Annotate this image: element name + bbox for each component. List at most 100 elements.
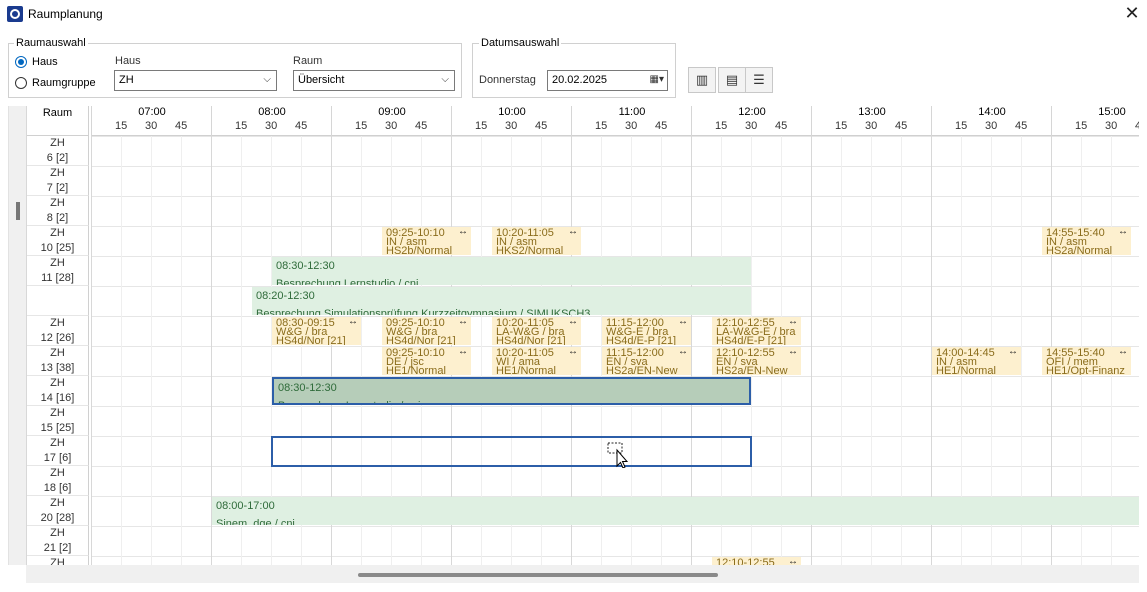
lesson-block[interactable]: 10:20-11:05WI / amaHE1/Normal [21]↔ bbox=[492, 347, 581, 375]
event-class: HS4d/E-P [21] bbox=[606, 335, 677, 346]
hour-column: 15:00 15 30 45 bbox=[1051, 106, 1139, 136]
close-button[interactable]: ✕ bbox=[1119, 2, 1145, 26]
calendar-icon[interactable]: ▦▾ bbox=[650, 74, 664, 85]
room-row-label: ZH 7 [2] bbox=[27, 166, 89, 196]
room-row-label: ZH 8 [2] bbox=[27, 196, 89, 226]
room-row-label: ZH 11 [28] bbox=[27, 256, 89, 286]
hour-label: 09:00 bbox=[378, 106, 406, 118]
lesson-block[interactable]: 12:10-12:55 LA-W&G-E / bra HS4d/E-P [21] ↔ bbox=[712, 317, 801, 345]
booking-block[interactable]: 08:30-12:30 Besprechung Lernstudio / cni bbox=[272, 257, 751, 285]
chevron-down-icon: ⌵ bbox=[441, 74, 449, 85]
room-house: ZH bbox=[50, 257, 65, 269]
haus-label: Haus bbox=[115, 55, 141, 67]
row-divider bbox=[91, 556, 1139, 557]
scrollbar-thumb[interactable] bbox=[358, 573, 718, 577]
radio-haus-dot[interactable] bbox=[15, 56, 27, 68]
resize-arrows-icon[interactable]: ↔ bbox=[568, 347, 578, 357]
date-picker[interactable]: 20.02.2025 ▦▾ bbox=[547, 70, 668, 91]
room-house: ZH bbox=[50, 197, 65, 209]
hour-column: 12:00 15 30 45 bbox=[691, 106, 811, 136]
resize-arrows-icon[interactable]: ↔ bbox=[788, 557, 798, 565]
event-title: Sinem, dge / cni bbox=[216, 518, 295, 525]
lesson-block[interactable]: 11:15-12:00EN / svaHS2a/EN-New Yo↔ bbox=[602, 347, 691, 375]
resize-arrows-icon[interactable]: ↔ bbox=[678, 347, 688, 357]
time-header: 07:00 15 30 45 08:00 15 30 45 09:00 15 30 45 10:00 15… bbox=[91, 106, 1139, 136]
room-row-label: ZH 20 [28] bbox=[27, 496, 89, 526]
lesson-block[interactable]: 14:55-15:40OFI / memHE1/Opt-Finanz |↔ bbox=[1042, 347, 1131, 375]
resize-arrows-icon[interactable]: ↔ bbox=[788, 347, 798, 357]
document-icon[interactable]: ▤ bbox=[718, 67, 746, 93]
room-row-label: ZH 18 [6] bbox=[27, 466, 89, 496]
resize-arrows-icon[interactable]: ↔ bbox=[1118, 347, 1128, 357]
gutter-handle[interactable] bbox=[16, 202, 20, 220]
room-number: 20 [28] bbox=[40, 512, 75, 524]
resize-arrows-icon[interactable]: ↔ bbox=[568, 227, 578, 237]
event-class: HS4d/E-P [21] bbox=[716, 335, 787, 346]
resize-arrows-icon[interactable]: ↔ bbox=[1118, 227, 1128, 237]
room-row-label: ZH 15 [25] bbox=[27, 406, 89, 436]
lesson-block[interactable]: 09:25-10:10IN / asmHS2b/Normal [20]↔ bbox=[382, 227, 471, 255]
lesson-block[interactable]: 14:00-14:45IN / asmHE1/Normal [21]↔ bbox=[932, 347, 1021, 375]
lesson-block[interactable]: 10:20-11:05 LA-W&G / bra HS4d/Nor [21] ↔ bbox=[492, 317, 581, 345]
hour-column: 13:00 15 30 45 bbox=[811, 106, 931, 136]
quarter-label: 15 bbox=[955, 120, 968, 132]
hour-column: 08:00 15 30 45 bbox=[211, 106, 331, 136]
radio-raumgruppe-label: Raumgruppe bbox=[32, 77, 96, 89]
booking-block[interactable]: 08:30-12:30 Besprechung Lernstudio / cni bbox=[272, 377, 751, 405]
resize-arrows-icon[interactable]: ↔ bbox=[348, 317, 358, 327]
radio-haus[interactable]: Haus bbox=[15, 56, 58, 68]
lesson-block[interactable]: 09:25-10:10 W&G / bra HS4d/Nor [21] ↔ bbox=[382, 317, 471, 345]
room-house: ZH bbox=[50, 167, 65, 179]
lesson-block[interactable]: 14:55-15:40IN / asmHS2a/Normal [24]↔ bbox=[1042, 227, 1131, 255]
room-number: 8 [2] bbox=[46, 212, 69, 224]
room-house: ZH bbox=[50, 377, 65, 389]
quarter-label: 30 bbox=[385, 120, 398, 132]
quarter-label: 30 bbox=[265, 120, 278, 132]
resize-arrows-icon[interactable]: ↔ bbox=[458, 347, 468, 357]
room-number: 14 [16] bbox=[40, 392, 75, 404]
room-house: ZH bbox=[50, 407, 65, 419]
room-number: 6 [2] bbox=[46, 152, 69, 164]
room-row-label: ZH 21 [2] bbox=[27, 526, 89, 556]
selection-rectangle[interactable] bbox=[271, 436, 752, 467]
radio-raumgruppe-dot[interactable] bbox=[15, 77, 27, 89]
haus-select[interactable]: ZH ⌵ bbox=[114, 70, 277, 91]
lesson-block[interactable]: 12:10-12:55 ↔ bbox=[712, 557, 801, 565]
room-house: ZH bbox=[50, 347, 65, 359]
lesson-block[interactable]: 09:25-10:10DE / jscHE1/Normal [21]↔ bbox=[382, 347, 471, 375]
event-class: HE1/Opt-Finanz | bbox=[1046, 365, 1125, 376]
resize-arrows-icon[interactable]: ↔ bbox=[458, 227, 468, 237]
booking-block[interactable]: 08:20-12:30 Besprechung Simulationsprüfun… bbox=[252, 287, 751, 315]
room-row-label: ZH 10 [25] bbox=[27, 226, 89, 256]
resize-arrows-icon[interactable]: ↔ bbox=[568, 317, 578, 327]
resize-arrows-icon[interactable]: ↔ bbox=[678, 317, 688, 327]
booking-block[interactable]: 08:00-17:00 Sinem, dge / cni bbox=[212, 497, 1139, 525]
lesson-block[interactable]: 10:20-11:05IN / asmHKS2/Normal [15]↔ bbox=[492, 227, 581, 255]
list-icon[interactable]: ☰ bbox=[745, 67, 773, 93]
resize-arrows-icon[interactable]: ↔ bbox=[458, 317, 468, 327]
hour-column: 14:00 15 30 45 bbox=[931, 106, 1051, 136]
resize-arrows-icon[interactable]: ↔ bbox=[788, 317, 798, 327]
room-row-label: ZH 6 [2] bbox=[27, 136, 89, 166]
window-title: Raumplanung bbox=[28, 7, 103, 21]
raum-select[interactable]: Übersicht ⌵ bbox=[293, 70, 455, 91]
lesson-block[interactable]: 12:10-12:55EN / svaHS2a/EN-New Yo↔ bbox=[712, 347, 801, 375]
schedule-grid[interactable]: Raum 07:00 15 30 45 08:00 15 30 45 09:00 15 30 45 10… bbox=[8, 106, 1139, 565]
radio-raumgruppe[interactable]: Raumgruppe bbox=[15, 77, 96, 89]
lesson-block[interactable]: 08:30-09:15 W&G / bra HS4d/Nor [21] ↔ bbox=[272, 317, 361, 345]
building-icon[interactable]: ▥ bbox=[688, 67, 716, 93]
resize-arrows-icon[interactable]: ↔ bbox=[1008, 347, 1018, 357]
quarter-label: 45 bbox=[415, 120, 428, 132]
room-row-label bbox=[27, 286, 89, 316]
event-class: HS2a/EN-New Yo bbox=[606, 365, 678, 376]
horizontal-scrollbar[interactable] bbox=[26, 565, 1139, 583]
quarter-label: 30 bbox=[625, 120, 638, 132]
quarter-label: 45 bbox=[1015, 120, 1028, 132]
lesson-block[interactable]: 11:15-12:00 W&G-E / bra HS4d/E-P [21] ↔ bbox=[602, 317, 691, 345]
room-house: ZH bbox=[50, 497, 65, 509]
raum-label: Raum bbox=[293, 55, 323, 67]
row-divider bbox=[91, 166, 1139, 167]
room-row-label: ZH 17 [6] bbox=[27, 436, 89, 466]
timeline-body[interactable]: 09:25-10:10IN / asmHS2b/Normal [20]↔ 10:2… bbox=[91, 136, 1139, 565]
hour-label: 07:00 bbox=[138, 106, 166, 118]
